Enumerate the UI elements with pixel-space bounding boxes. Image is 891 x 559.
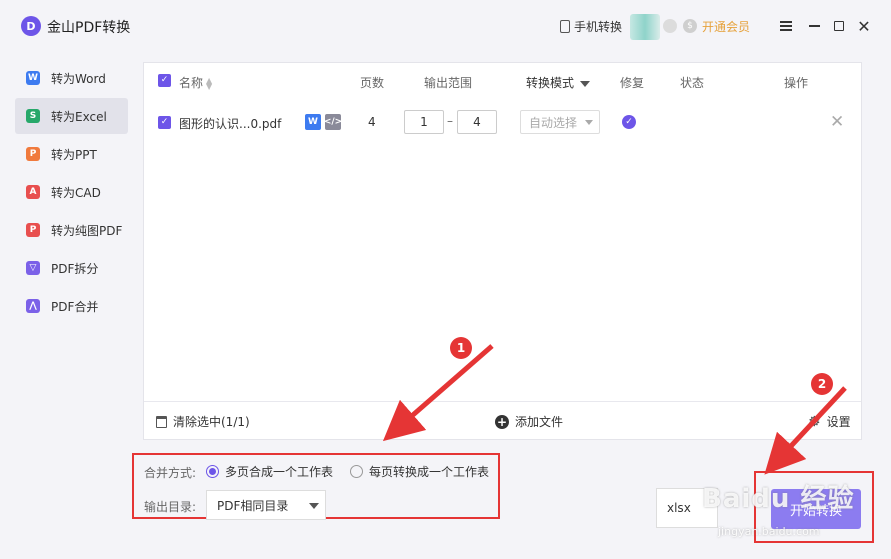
sidebar-item-2[interactable]: P 转为PPT xyxy=(15,136,128,172)
menu-icon[interactable] xyxy=(778,18,794,34)
sidebar-item-label: 转为Word xyxy=(51,71,106,86)
output-dir-value: PDF相同目录 xyxy=(217,498,289,513)
header-range: 输出范围 xyxy=(424,76,473,90)
split-icon: ▽ xyxy=(26,261,40,275)
chevron-down-icon xyxy=(580,80,591,87)
merge-option-multi-page-label: 多页合成一个工作表 xyxy=(225,465,334,479)
badge-icon xyxy=(663,19,677,33)
page-count: 4 xyxy=(368,115,376,129)
output-dir-label: 输出目录: xyxy=(144,500,197,514)
sidebar-item-4[interactable]: P 转为纯图PDF xyxy=(15,212,128,248)
app-logo-icon: D xyxy=(21,16,41,36)
merge-option-per-page-label: 每页转换成一个工作表 xyxy=(369,465,490,479)
add-file-button[interactable]: + 添加文件 xyxy=(495,413,563,430)
excel-icon: S xyxy=(26,109,40,123)
code-type-icon[interactable]: </> xyxy=(324,114,342,130)
table-row: ✓ 图形的认识...0.pdf W </> 4 1 – 4 自动选择 ✓ ✕ xyxy=(144,103,861,143)
plus-icon: + xyxy=(495,414,509,429)
panel-footer: 清除选中(1/1) + 添加文件 ⚙ 设置 xyxy=(144,401,861,439)
word-icon: W xyxy=(26,71,40,85)
word-type-icon[interactable]: W xyxy=(305,114,321,130)
settings-button[interactable]: ⚙ 设置 xyxy=(808,413,851,430)
header-status: 状态 xyxy=(680,76,705,90)
sidebar: W 转为Word S 转为Excel P 转为PPT A 转为CAD P 转为纯图PDF ▽ PDF拆… xyxy=(15,60,128,326)
chevron-down-icon xyxy=(309,503,319,509)
file-list-panel: ✓ 名称 ▲ ▼ 页数 输出范围 转换模式 修复 状态 操作 ✓ 图形的认识...0… xyxy=(143,62,862,440)
minimize-icon[interactable] xyxy=(806,18,822,34)
merge-icon: ⋀ xyxy=(26,299,40,313)
range-dash: – xyxy=(447,114,453,128)
sidebar-item-0[interactable]: W 转为Word xyxy=(15,60,128,96)
cad-icon: A xyxy=(26,185,40,199)
sidebar-item-3[interactable]: A 转为CAD xyxy=(15,174,128,210)
check-circle-icon[interactable]: ✓ xyxy=(622,115,636,129)
row-checkbox[interactable]: ✓ xyxy=(158,116,171,129)
ppt-icon: P xyxy=(26,147,40,161)
vip-link[interactable]: 开通会员 xyxy=(702,18,750,35)
sidebar-item-label: 转为纯图PDF xyxy=(51,223,123,238)
close-window-icon[interactable]: ✕ xyxy=(856,17,872,36)
mode-select[interactable]: 自动选择 xyxy=(520,110,600,134)
annotation-marker-2: 2 xyxy=(811,373,833,395)
phone-convert-button[interactable]: 手机转换 xyxy=(560,18,622,35)
title-bar: D 金山PDF转换 手机转换 $ 开通会员 ✕ xyxy=(0,0,891,52)
gear-icon: ⚙ xyxy=(808,413,821,430)
app-title: 金山PDF转换 xyxy=(47,20,131,36)
trash-icon xyxy=(156,415,167,428)
sidebar-item-6[interactable]: ⋀ PDF合并 xyxy=(15,288,128,324)
mode-select-value: 自动选择 xyxy=(529,115,578,130)
conversion-options: 合并方式: 多页合成一个工作表 每页转换成一个工作表 输出目录: PDF相同目录 xyxy=(132,453,500,520)
annotation-marker-1: 1 xyxy=(450,337,472,359)
header-repair: 修复 xyxy=(620,76,645,90)
header-pages: 页数 xyxy=(360,76,385,90)
range-from-input[interactable]: 1 xyxy=(404,110,444,134)
radio-unselected-icon xyxy=(350,465,363,478)
sidebar-item-label: PDF合并 xyxy=(51,299,99,314)
user-avatar[interactable] xyxy=(630,14,660,40)
sidebar-item-label: PDF拆分 xyxy=(51,261,99,276)
settings-label: 设置 xyxy=(826,415,851,429)
sort-icon[interactable]: ▲ ▼ xyxy=(206,76,212,90)
table-header: ✓ 名称 ▲ ▼ 页数 输出范围 转换模式 修复 状态 操作 xyxy=(144,63,861,99)
range-to-input[interactable]: 4 xyxy=(457,110,497,134)
sidebar-item-label: 转为Excel xyxy=(51,109,107,124)
remove-row-icon[interactable]: ✕ xyxy=(830,112,844,132)
watermark-url: jingyan.baidu.com xyxy=(718,525,820,538)
merge-option-multi-page[interactable]: 多页合成一个工作表 xyxy=(206,463,333,480)
phone-convert-label: 手机转换 xyxy=(574,20,623,34)
merge-mode-label: 合并方式: xyxy=(144,466,197,480)
header-mode[interactable]: 转换模式 xyxy=(526,74,591,91)
radio-selected-icon xyxy=(206,465,219,478)
clear-selected-label: 清除选中(1/1) xyxy=(173,415,250,429)
vip-badge-icon: $ xyxy=(683,19,697,33)
sidebar-item-label: 转为PPT xyxy=(51,147,97,162)
format-value: xlsx xyxy=(667,501,691,515)
chevron-down-icon xyxy=(585,120,593,125)
header-name-label: 名称 xyxy=(179,76,204,90)
sidebar-item-label: 转为CAD xyxy=(51,185,101,200)
clear-selected-button[interactable]: 清除选中(1/1) xyxy=(156,413,250,430)
sidebar-item-5[interactable]: ▽ PDF拆分 xyxy=(15,250,128,286)
file-name: 图形的认识...0.pdf xyxy=(179,117,282,131)
add-file-label: 添加文件 xyxy=(515,415,564,429)
header-mode-label: 转换模式 xyxy=(526,76,575,90)
sidebar-item-1[interactable]: S 转为Excel xyxy=(15,98,128,134)
maximize-icon[interactable] xyxy=(831,18,847,34)
select-all-checkbox[interactable]: ✓ xyxy=(158,74,171,87)
phone-icon xyxy=(560,20,570,33)
merge-option-per-page[interactable]: 每页转换成一个工作表 xyxy=(350,463,489,480)
header-name[interactable]: 名称 ▲ ▼ xyxy=(179,74,212,91)
output-dir-select[interactable]: PDF相同目录 xyxy=(206,490,326,520)
header-action: 操作 xyxy=(784,76,809,90)
watermark: Baidu 经验 xyxy=(702,484,855,514)
image-pdf-icon: P xyxy=(26,223,40,237)
